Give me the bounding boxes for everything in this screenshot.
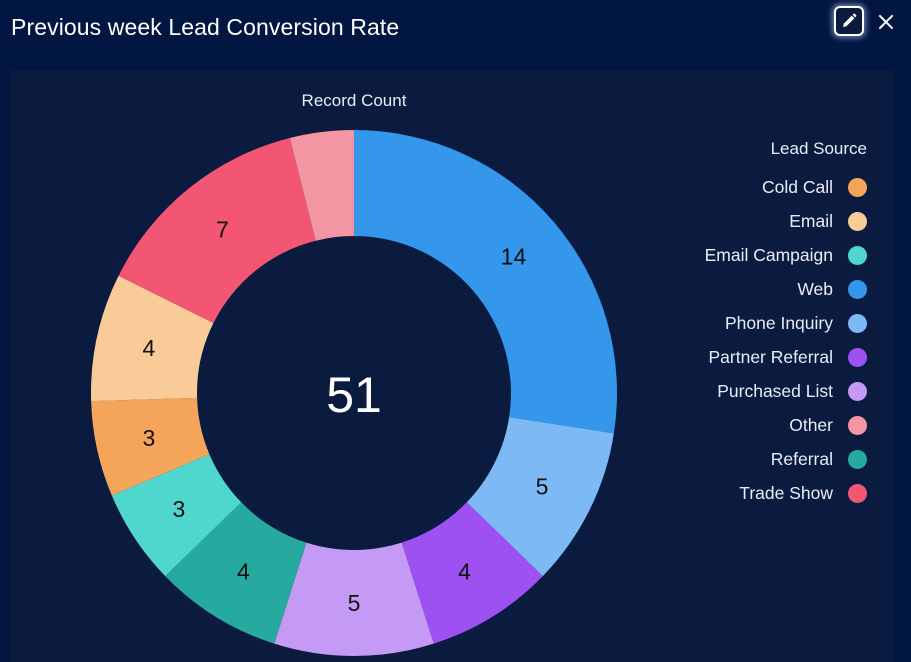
legend-item[interactable]: Purchased List: [705, 374, 867, 408]
edit-button[interactable]: [834, 6, 864, 36]
legend-color-swatch: [848, 483, 867, 503]
legend-item-label: Trade Show: [739, 482, 833, 503]
legend-item[interactable]: Email: [705, 204, 867, 238]
chart-title: Previous week Lead Conversion Rate: [11, 14, 400, 40]
legend-item-label: Purchased List: [717, 380, 833, 401]
legend-color-swatch: [848, 347, 867, 367]
slice-value-label: 4: [458, 559, 471, 585]
legend-item-label: Cold Call: [762, 176, 833, 197]
legend-item-label: Other: [789, 414, 833, 435]
close-icon: [879, 15, 893, 29]
legend-item[interactable]: Referral: [705, 442, 867, 476]
legend-color-swatch: [848, 211, 867, 231]
legend-color-swatch: [848, 313, 867, 333]
legend-item-label: Referral: [770, 448, 833, 469]
legend-item[interactable]: Trade Show: [705, 476, 867, 510]
slice-value-label: 3: [173, 496, 186, 522]
slice-value-label: 14: [501, 243, 527, 269]
legend-item-label: Email Campaign: [704, 244, 833, 265]
record-count-label: Record Count: [302, 91, 407, 110]
legend-item-label: Email: [789, 210, 833, 231]
legend-item-label: Phone Inquiry: [725, 312, 833, 333]
legend-color-swatch: [848, 381, 867, 401]
legend-item[interactable]: Partner Referral: [705, 340, 867, 374]
chart-panel: Record Count 14 5 4 5 4 3 3 4 7 51 Lead Source C…: [10, 70, 893, 662]
slice-web[interactable]: [354, 130, 617, 434]
legend-color-swatch: [848, 449, 867, 469]
slice-value-label: 5: [536, 474, 549, 500]
slice-value-label: 3: [142, 425, 155, 451]
slice-value-label: 5: [348, 590, 361, 616]
legend-item[interactable]: Email Campaign: [705, 238, 867, 272]
slice-value-label: 4: [142, 335, 155, 361]
legend-item-label: Web: [797, 278, 833, 299]
legend-color-swatch: [848, 177, 867, 197]
pencil-icon: [843, 13, 857, 27]
legend-color-swatch: [848, 279, 867, 299]
legend-item[interactable]: Web: [705, 272, 867, 306]
legend-color-swatch: [848, 415, 867, 435]
legend-item[interactable]: Other: [705, 408, 867, 442]
legend-item-label: Partner Referral: [708, 346, 834, 367]
legend-item[interactable]: Phone Inquiry: [705, 306, 867, 340]
legend-item[interactable]: Cold Call: [705, 170, 867, 204]
total-count: 51: [326, 367, 382, 423]
slice-value-label: 4: [237, 559, 250, 585]
legend-title: Lead Source: [770, 139, 867, 158]
legend-color-swatch: [848, 245, 867, 265]
slice-value-label: 7: [216, 216, 229, 242]
legend: Lead Source Cold Call Email Email Campaign…: [705, 138, 867, 510]
close-button[interactable]: [876, 10, 896, 34]
